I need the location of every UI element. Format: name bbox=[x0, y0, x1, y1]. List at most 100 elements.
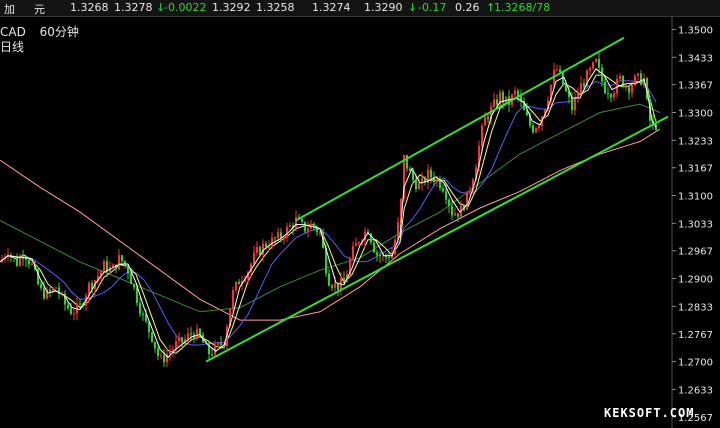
candle-body bbox=[373, 242, 375, 253]
y-tick-label: 1.2767 bbox=[678, 330, 713, 341]
candle-body bbox=[451, 205, 453, 216]
y-tick-label: 1.3100 bbox=[678, 192, 713, 203]
candle-body bbox=[355, 243, 357, 246]
candle-body bbox=[199, 329, 201, 335]
candle-body bbox=[625, 86, 627, 88]
candle-body bbox=[49, 289, 51, 292]
candle-body bbox=[196, 329, 198, 340]
candle-body bbox=[73, 313, 75, 315]
y-tick-label: 1.3500 bbox=[678, 25, 713, 36]
candle-body bbox=[388, 257, 390, 259]
quote-field: 1.3258 bbox=[256, 1, 295, 14]
candle-body bbox=[484, 117, 486, 126]
candle-body bbox=[619, 75, 621, 79]
y-tick-label: 1.3233 bbox=[678, 136, 713, 147]
candle-body bbox=[283, 237, 285, 239]
candle-body bbox=[607, 93, 609, 95]
candle-body bbox=[43, 288, 45, 299]
candle-body bbox=[139, 303, 141, 314]
quote-field: -0.0022 bbox=[164, 1, 207, 14]
candle-body bbox=[631, 85, 633, 93]
quote-field: -0.17 bbox=[418, 1, 447, 14]
quote-field: 1.3290 bbox=[364, 1, 403, 14]
candle-body bbox=[505, 96, 507, 103]
y-tick-label: 1.3300 bbox=[678, 108, 713, 119]
candle-body bbox=[163, 355, 165, 363]
candle-body bbox=[295, 217, 297, 229]
candle-body bbox=[613, 93, 615, 98]
candle-body bbox=[286, 226, 288, 238]
candle-body bbox=[580, 83, 582, 95]
candle-body bbox=[565, 85, 567, 92]
candle-body bbox=[211, 354, 213, 356]
candle-body bbox=[598, 58, 600, 68]
chart-sublabel: 日线 bbox=[0, 40, 25, 54]
candle-body bbox=[274, 237, 276, 239]
candle-body bbox=[307, 228, 309, 232]
arrow-down-icon: ↓ bbox=[408, 1, 418, 14]
y-tick-label: 1.3367 bbox=[678, 81, 713, 92]
candle-body bbox=[133, 284, 135, 288]
watermark: KEKSOFT.COM bbox=[604, 406, 695, 420]
candle-body bbox=[331, 285, 333, 288]
channel-upper-line bbox=[295, 36, 625, 222]
candle-body bbox=[637, 73, 639, 76]
candle-body bbox=[160, 355, 162, 357]
candle-body bbox=[457, 213, 459, 217]
y-tick-label: 1.3433 bbox=[678, 53, 713, 64]
candle-body bbox=[640, 73, 642, 85]
candle-body bbox=[343, 278, 345, 282]
candle-body bbox=[448, 199, 450, 206]
candle-body bbox=[232, 290, 234, 309]
candle-body bbox=[124, 260, 126, 266]
candle-body bbox=[571, 96, 573, 111]
candle-body bbox=[514, 90, 516, 95]
y-tick-label: 1.2967 bbox=[678, 247, 713, 258]
ma-long-line bbox=[0, 128, 661, 321]
candle-body bbox=[55, 287, 57, 289]
candle-body bbox=[151, 332, 153, 342]
candle-body bbox=[277, 232, 279, 239]
candle-body bbox=[217, 342, 219, 345]
y-tick-label: 1.2700 bbox=[678, 358, 713, 369]
candle-body bbox=[415, 179, 417, 190]
ma-fast-line bbox=[0, 68, 657, 359]
symbol-label: CAD bbox=[0, 25, 26, 39]
candle-body bbox=[328, 273, 330, 286]
quote-field: 1.3268 bbox=[70, 1, 109, 14]
quote-field: 1.3274 bbox=[312, 1, 351, 14]
candle-body bbox=[40, 284, 42, 289]
candle-body bbox=[136, 287, 138, 304]
y-tick-label: 1.2900 bbox=[678, 275, 713, 286]
y-tick-label: 1.2833 bbox=[678, 302, 713, 313]
candle-body bbox=[190, 333, 192, 335]
candle-body bbox=[532, 125, 534, 133]
candle-body bbox=[442, 188, 444, 192]
candle-body bbox=[376, 252, 378, 256]
quote-field: 0.26 bbox=[455, 1, 480, 14]
candle-body bbox=[157, 348, 159, 357]
y-tick-label: 1.2633 bbox=[678, 385, 713, 396]
y-tick-label: 1.3167 bbox=[678, 164, 713, 175]
quote-field: 1.3268/78 bbox=[494, 1, 551, 14]
candle-body bbox=[535, 128, 537, 133]
candle-body bbox=[358, 242, 360, 244]
candle-body bbox=[574, 97, 576, 111]
candle-body bbox=[142, 313, 144, 315]
candle-body bbox=[430, 169, 432, 178]
candle-body bbox=[436, 178, 438, 182]
candle-body bbox=[469, 190, 471, 192]
candle-body bbox=[16, 258, 18, 266]
candle-body bbox=[577, 94, 579, 98]
candle-body bbox=[583, 83, 585, 87]
candle-body bbox=[103, 261, 105, 272]
candle-body bbox=[556, 69, 558, 71]
instrument-name-part: 元 bbox=[34, 3, 45, 16]
candle-body bbox=[25, 258, 27, 260]
candle-body bbox=[481, 125, 483, 146]
candle-body bbox=[256, 247, 258, 253]
candle-body bbox=[406, 154, 408, 169]
ma-mid-line bbox=[0, 74, 657, 354]
candle-body bbox=[181, 337, 183, 343]
quote-field: 1.3292 bbox=[212, 1, 251, 14]
